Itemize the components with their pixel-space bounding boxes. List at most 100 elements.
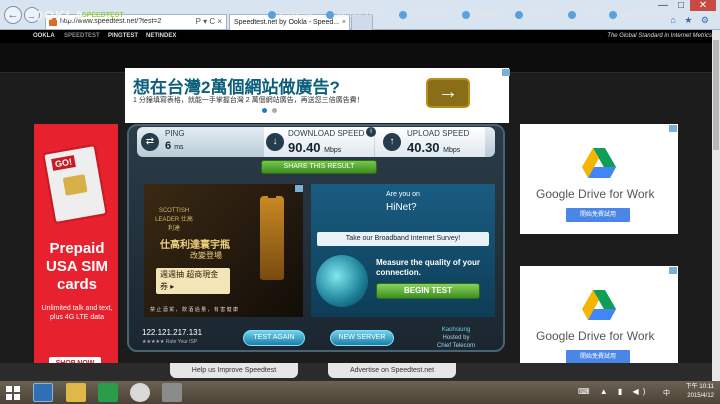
- chrome-icon[interactable]: [130, 383, 150, 402]
- upload-number: 40.30: [407, 140, 440, 155]
- google-drive-icon: [582, 148, 616, 178]
- download-label: DOWNLOAD SPEED: [288, 129, 365, 138]
- nav-label: CREATE ACCOUNT: [620, 12, 675, 19]
- banner-arrow-button[interactable]: →: [426, 78, 470, 108]
- upload-icon: ↑: [383, 133, 401, 151]
- nav-label: MY RESULTS: [410, 12, 448, 19]
- ie-icon[interactable]: [33, 383, 53, 402]
- google-drive-icon: [582, 290, 616, 320]
- hinet-measure: Measure the quality of your connection.: [376, 258, 481, 277]
- ookla-topbar: OOKLA SPEEDTEST PINGTEST NETINDEX The Gl…: [0, 30, 720, 43]
- topbar-ookla[interactable]: OOKLA: [33, 30, 55, 43]
- whisky-title: 仕高利達寰宇瓶: [160, 240, 230, 251]
- nav-create-account[interactable]: CREATE ACCOUNT: [609, 11, 675, 19]
- clock-time: 下午 10:11: [685, 384, 714, 390]
- nav-advertise[interactable]: ADVERTISE: [268, 11, 313, 19]
- advertise-link[interactable]: Advertise on Speedtest.net: [328, 363, 456, 378]
- tab-title: Speedtest.net by Ookla - Speed...: [234, 19, 340, 26]
- new-server-button[interactable]: NEW SERVER: [330, 330, 394, 346]
- share-result-button[interactable]: SHARE THIS RESULT: [261, 160, 377, 174]
- globe-icon: [316, 255, 368, 307]
- whisky-cta[interactable]: 週週抽 超商現金券 ▸: [156, 268, 230, 294]
- topbar-netindex[interactable]: NETINDEX: [146, 30, 176, 43]
- scrollbar-thumb[interactable]: [713, 40, 719, 150]
- topbar-speedtest[interactable]: SPEEDTEST: [64, 30, 100, 43]
- rate-isp-link[interactable]: ★★★★★ Rate Your ISP: [142, 339, 197, 345]
- file-explorer-icon[interactable]: [66, 383, 86, 402]
- clock[interactable]: 下午 10:11 2015/4/12: [686, 383, 714, 401]
- add-user-icon: [609, 11, 617, 19]
- topbar-pingtest[interactable]: PINGTEST: [108, 30, 138, 43]
- speedtest-logo[interactable]: SPEEDTEST: [82, 12, 124, 19]
- info-icon[interactable]: i: [366, 127, 376, 137]
- app-icon[interactable]: [162, 383, 182, 402]
- back-button[interactable]: ←: [4, 6, 22, 24]
- download-unit: Mbps: [324, 147, 342, 154]
- hinet-line1: Are you on: [386, 191, 420, 198]
- google-drive-text: Google Drive for Work: [536, 329, 655, 343]
- nav-label: SUPPORT: [473, 12, 502, 19]
- maximize-icon[interactable]: □: [672, 0, 690, 11]
- download-number: 90.40: [288, 140, 321, 155]
- toolbar-icons[interactable]: ⌂ ★ ⚙: [670, 15, 712, 26]
- test-again-button[interactable]: TEST AGAIN: [243, 330, 305, 346]
- server-host: Chief Telecom: [437, 343, 475, 349]
- gear-icon: [515, 11, 523, 19]
- upload-unit: Mbps: [443, 147, 461, 154]
- ping-unit: ms: [174, 144, 184, 151]
- windows-start-icon[interactable]: [6, 386, 20, 400]
- store-icon[interactable]: [98, 383, 118, 402]
- ping-value: 6 ms: [165, 140, 184, 152]
- tagline: The Global Standard in Internet Metrics: [607, 33, 712, 39]
- whisky-warning: 禁 止 酒 駕 ， 飲 酒 過 量 ， 有 害 健 康: [150, 307, 239, 313]
- nav-label: BECOME A HOST: [337, 12, 387, 19]
- clock-date: 2015/4/12: [687, 393, 714, 399]
- help-improve-link[interactable]: Help us Improve Speedtest: [170, 363, 298, 378]
- results-icon: [399, 11, 407, 19]
- close-icon[interactable]: ✕: [690, 0, 716, 11]
- support-icon: [462, 11, 470, 19]
- nav-my-results[interactable]: MY RESULTS: [399, 11, 448, 19]
- server-city: Kaohsiung: [441, 327, 471, 333]
- advertise-icon: [268, 11, 276, 19]
- window-controls: — □ ✕: [654, 0, 716, 11]
- ping-label: PING: [165, 129, 185, 138]
- nav-label: LOGIN: [579, 12, 598, 19]
- ping-icon: ⇄: [141, 133, 159, 151]
- user-icon: [568, 11, 576, 19]
- upload-value: 40.30 Mbps: [407, 140, 460, 155]
- free-trial-button[interactable]: 開始免費試用: [566, 208, 630, 222]
- carousel-dot-active[interactable]: [262, 108, 267, 113]
- download-value: 90.40 Mbps: [288, 140, 341, 155]
- carousel-dot[interactable]: [272, 108, 277, 113]
- ad-choices-icon[interactable]: [669, 267, 677, 274]
- upload-label: UPLOAD SPEED: [407, 129, 470, 138]
- ad-choices-icon[interactable]: [669, 125, 677, 132]
- hinet-line2: HiNet?: [386, 202, 417, 213]
- nav-support[interactable]: SUPPORT: [462, 11, 502, 19]
- nav-become-host[interactable]: BECOME A HOST: [326, 11, 386, 19]
- begin-test-button[interactable]: BEGIN TEST: [376, 283, 480, 299]
- nav-label: ADVERTISE: [279, 12, 313, 19]
- nav-login[interactable]: LOGIN: [568, 11, 598, 19]
- free-trial-button[interactable]: 開始免費試用: [566, 350, 630, 364]
- minimize-icon[interactable]: —: [654, 0, 672, 11]
- sim-chip-icon: [62, 174, 88, 196]
- system-tray[interactable]: ⌨ ▲ ▮ ◀): [578, 387, 649, 396]
- left-ad-sub: Unlimited talk and text, plus 4G LTE dat…: [41, 305, 113, 321]
- ookla-logo[interactable]: OOKLA: [33, 8, 85, 23]
- google-drive-text: Google Drive for Work: [536, 187, 655, 201]
- ime-indicator[interactable]: 中: [663, 388, 670, 398]
- ad-choices-icon[interactable]: [295, 185, 303, 192]
- ad-choices-icon[interactable]: [502, 69, 510, 76]
- nav-settings[interactable]: SETTINGS: [515, 11, 556, 19]
- whisky-brand: SCOTTISH LEADER 仕高利達: [155, 208, 193, 232]
- hosted-by: Hosted by: [442, 335, 470, 341]
- ping-number: 6: [165, 140, 172, 152]
- hinet-survey[interactable]: Take our Broadband Internet Survey!: [317, 232, 489, 246]
- whisky-subtitle: 改變登場: [190, 251, 222, 260]
- ip-address: 122.121.217.131: [142, 328, 203, 337]
- left-ad-headline: Prepaid USA SIM cards: [46, 240, 108, 293]
- address-tools-icon[interactable]: P ▾ C ×: [196, 15, 222, 29]
- banner-subtitle: 1 分鐘填寫表格，就能一手掌握台灣 2 萬個網站廣告，再送您三倍廣告費！: [133, 97, 364, 104]
